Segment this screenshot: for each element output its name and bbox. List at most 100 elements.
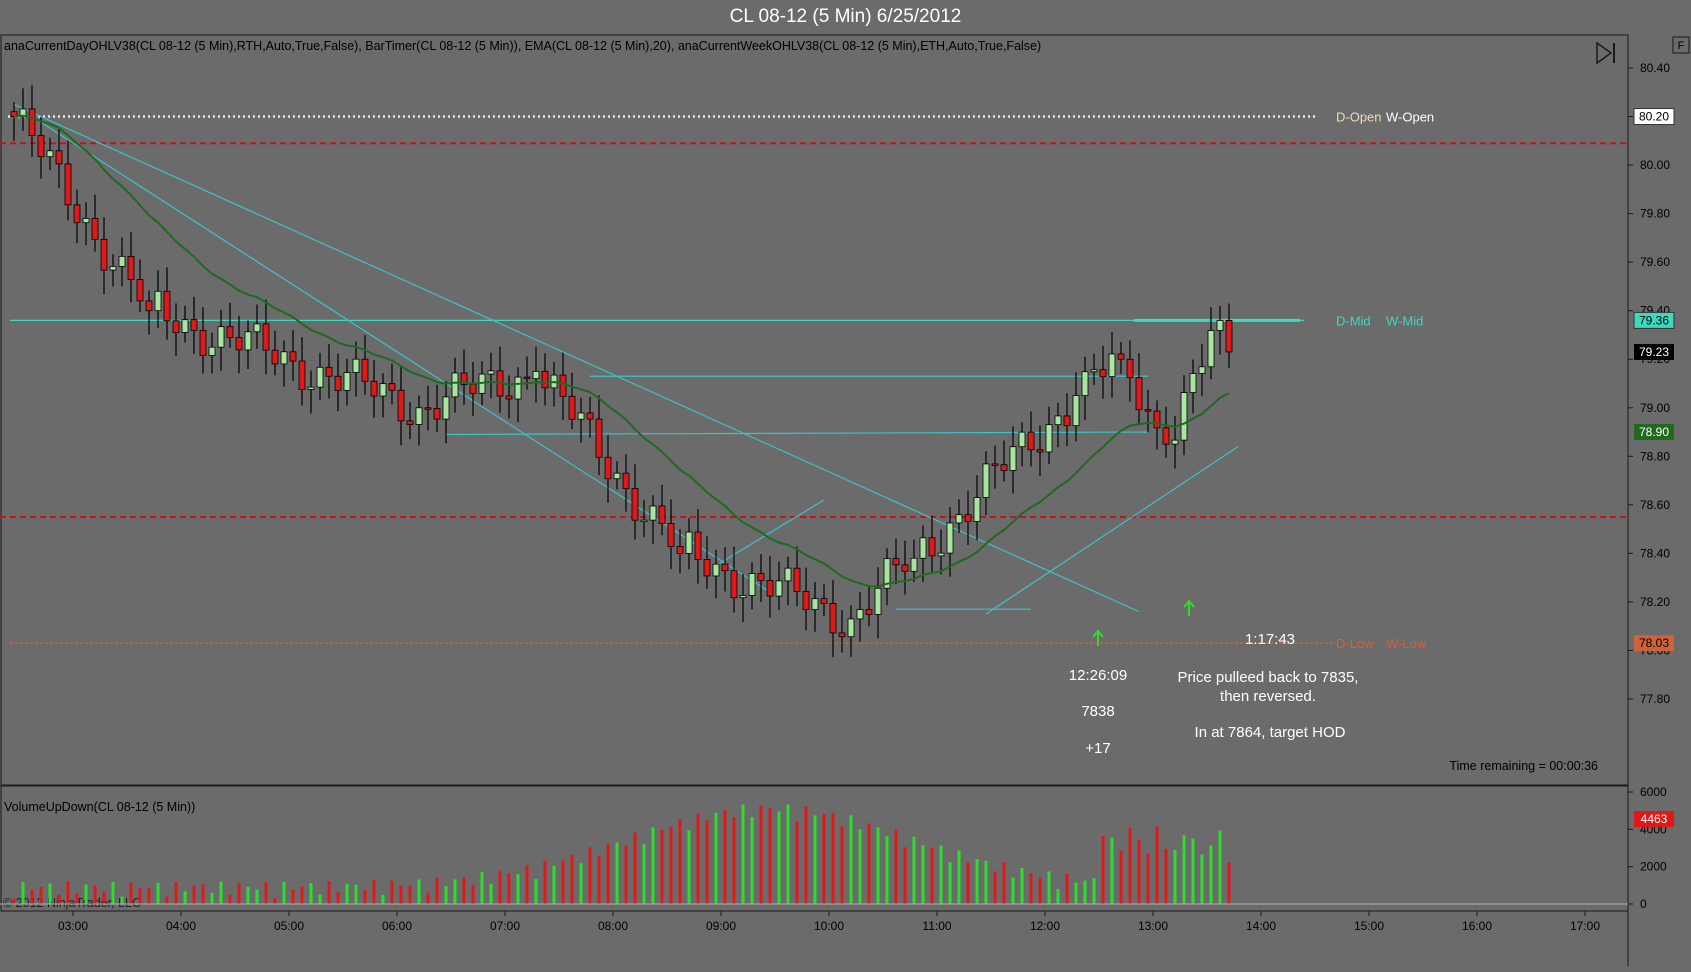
volume-bar-up — [1020, 868, 1024, 904]
volume-bar-down — [192, 885, 196, 904]
candle-up — [982, 463, 990, 498]
x-tick-label: 09:00 — [706, 919, 736, 933]
candle-down — [991, 463, 999, 466]
up-arrow-icon — [1183, 599, 1195, 616]
candle-up — [451, 372, 459, 398]
candle-down — [172, 320, 180, 333]
annotation-price1: 7838 — [1081, 703, 1114, 720]
candle-down — [271, 349, 279, 365]
volume-bar-down — [894, 829, 898, 904]
scroll-to-end-icon[interactable] — [1596, 41, 1615, 65]
w-open-label: W-Open — [1386, 110, 1434, 125]
y-tick-label: 79.60 — [1640, 255, 1670, 269]
volume-bar-down — [624, 845, 628, 904]
volume-bar-down — [471, 884, 475, 904]
candle-up — [1072, 395, 1080, 427]
candle-up — [532, 370, 540, 380]
volume-bar-up — [534, 878, 538, 904]
candle-up — [244, 331, 252, 351]
volume-bar-down — [228, 894, 232, 904]
svg-text:79.23: 79.23 — [1639, 345, 1669, 359]
candle-down — [1225, 319, 1233, 353]
volume-bar-down — [732, 817, 736, 904]
candle-down — [469, 384, 477, 394]
candle-down — [163, 290, 171, 322]
candle-up — [1216, 319, 1224, 331]
volume-bar-up — [948, 862, 952, 904]
candle-down — [865, 609, 873, 615]
volume-bar-up — [120, 896, 124, 904]
volume-bar-up — [1209, 845, 1213, 904]
volume-bar-up — [318, 894, 322, 904]
y-tick-label: 78.80 — [1640, 449, 1670, 463]
candle-up — [118, 255, 126, 267]
x-tick-label: 10:00 — [814, 919, 844, 933]
candle-down — [694, 531, 702, 560]
vol-y-tick-label: 6000 — [1640, 785, 1667, 799]
candle-down — [658, 505, 666, 524]
candle-up — [874, 587, 882, 615]
volume-bar-down — [399, 885, 403, 904]
annotation-note3: In at 7864, target HOD — [1195, 724, 1346, 741]
y-tick-label: 78.60 — [1640, 498, 1670, 512]
volume-bar-up — [786, 804, 790, 904]
candle-up — [910, 557, 918, 572]
candle-down — [424, 407, 432, 410]
volume-bar-down — [840, 826, 844, 904]
candle-up — [415, 407, 423, 425]
volume-bar-down — [129, 882, 133, 904]
volume-bar-down — [606, 844, 610, 904]
volume-bar-up — [354, 884, 358, 904]
volume-bar-down — [768, 808, 772, 904]
candle-up — [1009, 446, 1017, 471]
candle-down — [136, 279, 144, 302]
y-tick-label: 80.00 — [1640, 158, 1670, 172]
volume-bar-up — [1011, 877, 1015, 904]
volume-bar-up — [642, 844, 646, 904]
x-tick-label: 14:00 — [1246, 919, 1276, 933]
volume-bar-up — [615, 842, 619, 904]
candle-down — [127, 255, 135, 280]
volume-bar-down — [327, 881, 331, 904]
candle-up — [154, 290, 162, 312]
candle-down — [757, 573, 765, 581]
volume-bar-up — [687, 830, 691, 904]
f-button[interactable]: F — [1672, 36, 1690, 54]
svg-text:79.36: 79.36 — [1639, 313, 1669, 327]
volume-bar-up — [975, 859, 979, 904]
volume-bar-down — [273, 898, 277, 904]
candle-up — [1081, 371, 1089, 397]
candle-down — [1126, 358, 1134, 379]
x-tick-label: 03:00 — [58, 919, 88, 933]
candle-down — [793, 567, 801, 592]
candle-up — [775, 580, 783, 597]
volume-bar-up — [183, 891, 187, 904]
candle-up — [379, 383, 387, 397]
candle-up — [973, 497, 981, 522]
volume-bar-down — [264, 882, 268, 904]
volume-bar-down — [1002, 862, 1006, 904]
volume-bar-down — [804, 806, 808, 904]
time-remaining-text: Time remaining = 00:00:36 — [1449, 759, 1598, 773]
volume-bar-up — [381, 894, 385, 904]
chart-canvas[interactable]: anaCurrentDayOHLV38(CL 08-12 (5 Min),RTH… — [0, 34, 1691, 967]
volume-bar-up — [345, 883, 349, 904]
candle-down — [1117, 353, 1125, 360]
d-open-label: D-Open — [1336, 110, 1382, 125]
y-tick-label: 78.40 — [1640, 546, 1670, 560]
candle-down — [433, 408, 441, 420]
volume-bar-down — [30, 889, 34, 904]
volume-bar-down — [723, 810, 727, 904]
volume-bar-down — [1137, 839, 1141, 904]
volume-bar-up — [1200, 854, 1204, 904]
volume-bar-up — [453, 879, 457, 904]
chart-title: CL 08-12 (5 Min) 6/25/2012 — [729, 6, 962, 27]
candle-down — [838, 632, 846, 638]
indicator-list: anaCurrentDayOHLV38(CL 08-12 (5 Min),RTH… — [4, 39, 1041, 53]
volume-bar-up — [912, 836, 916, 904]
volume-bar-up — [858, 829, 862, 904]
volume-bar-up — [255, 889, 259, 904]
volume-bar-up — [1056, 888, 1060, 904]
volume-bar-up — [939, 845, 943, 904]
volume-bar-down — [633, 832, 637, 904]
